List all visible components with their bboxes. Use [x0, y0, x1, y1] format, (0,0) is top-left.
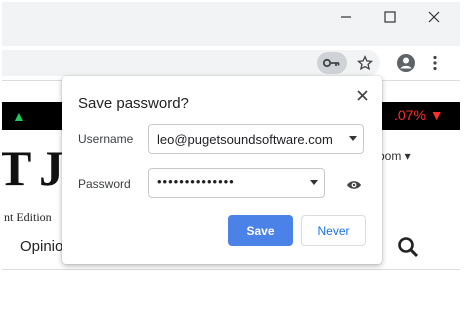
eye-icon[interactable] — [343, 174, 365, 196]
browser-window: ▲ .07% ▼ T JO nt Edition oom ▾ Opinion S… — [2, 2, 460, 298]
password-value: •••••••••••••• — [157, 174, 235, 189]
search-icon[interactable] — [397, 236, 419, 263]
close-icon[interactable] — [351, 84, 373, 106]
password-select[interactable]: •••••••••••••• — [148, 168, 325, 198]
username-select[interactable]: leo@pugetsoundsoftware.com — [148, 124, 364, 154]
username-label: Username — [78, 132, 134, 146]
chevron-down-icon — [310, 180, 318, 185]
dialog-title: Save password? — [78, 95, 189, 112]
ticker-value: .07% ▼ — [394, 107, 444, 123]
menu-icon[interactable] — [426, 51, 444, 75]
star-icon[interactable] — [354, 52, 376, 74]
save-button[interactable]: Save — [228, 215, 293, 246]
chevron-down-icon — [349, 136, 357, 141]
account-icon[interactable] — [394, 51, 418, 75]
never-button[interactable]: Never — [301, 215, 366, 246]
divider — [2, 269, 460, 270]
save-password-dialog: Save password? Username leo@pugetsoundso… — [62, 76, 382, 264]
close-icon[interactable] — [412, 2, 456, 32]
password-label: Password — [78, 177, 131, 191]
maximize-icon[interactable] — [368, 2, 412, 32]
edition-label: nt Edition — [4, 210, 52, 224]
username-value: leo@pugetsoundsoftware.com — [157, 132, 333, 147]
minimize-icon[interactable] — [324, 2, 368, 32]
ticker-up-icon: ▲ — [12, 108, 26, 124]
key-icon[interactable] — [317, 52, 347, 74]
zoom-control[interactable]: oom ▾ — [378, 149, 411, 163]
